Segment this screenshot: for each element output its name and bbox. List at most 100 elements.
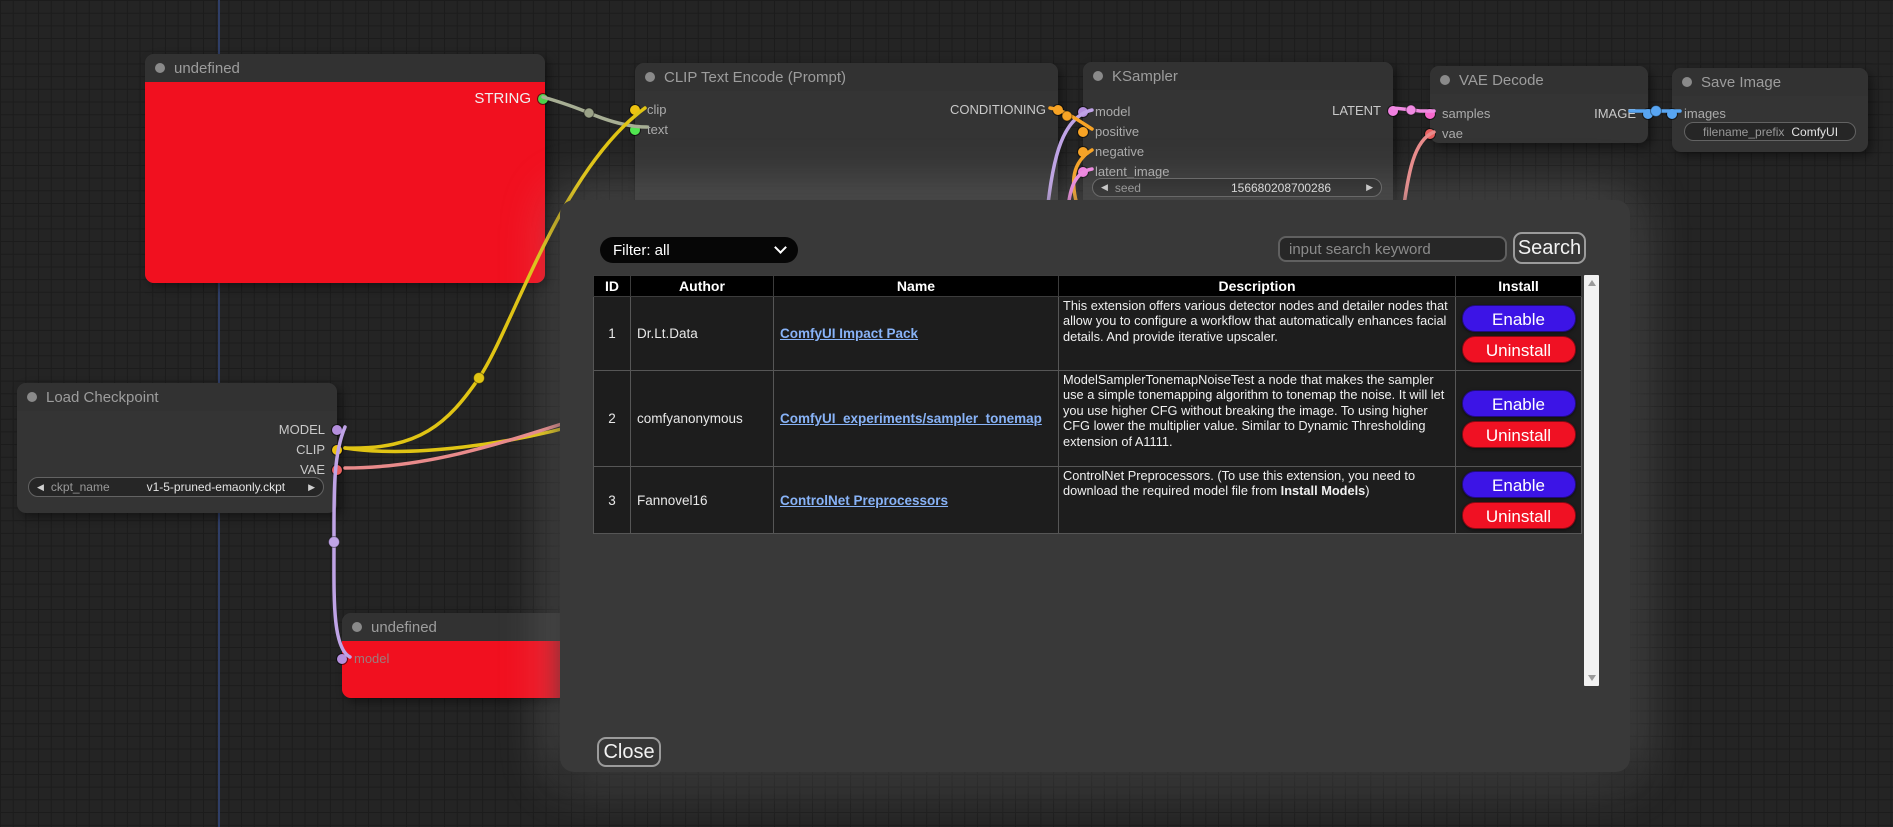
model-port-icon[interactable] — [337, 654, 347, 664]
string-port-icon[interactable] — [538, 94, 548, 104]
input-label: positive — [1095, 124, 1139, 139]
clip-port-icon[interactable] — [630, 105, 640, 115]
col-install: Install — [1456, 276, 1582, 297]
vae-port-icon[interactable] — [332, 465, 342, 475]
node-clip-text-encode[interactable]: CLIP Text Encode (Prompt) clip text COND… — [635, 63, 1058, 213]
cell-name: ControlNet Preprocessors — [774, 467, 1059, 534]
close-button[interactable]: Close — [597, 737, 661, 767]
table-row: 3 Fannovel16 ControlNet Preprocessors Co… — [594, 467, 1582, 534]
node-title-bar[interactable]: Load Checkpoint — [17, 383, 337, 411]
ckpt-name-widget[interactable]: ◀ ckpt_name v1-5-pruned-emaonly.ckpt ▶ — [28, 477, 324, 497]
cell-author: Fannovel16 — [631, 467, 774, 534]
output-label: IMAGE — [1594, 106, 1636, 121]
scroll-up-icon[interactable] — [1588, 280, 1596, 286]
input-label: images — [1684, 106, 1726, 121]
cell-name: ComfyUI_experiments/sampler_tonemap — [774, 371, 1059, 467]
node-title-bar[interactable]: undefined — [145, 54, 545, 82]
node-title-bar[interactable]: CLIP Text Encode (Prompt) — [635, 63, 1058, 91]
extension-link[interactable]: ComfyUI Impact Pack — [780, 326, 918, 341]
extension-link[interactable]: ComfyUI_experiments/sampler_tonemap — [780, 411, 1042, 426]
node-vae-decode[interactable]: VAE Decode samples vae IMAGE — [1430, 66, 1648, 143]
search-button[interactable]: Search — [1513, 232, 1586, 264]
enable-button[interactable]: Enable — [1462, 471, 1576, 498]
filter-value: Filter: all — [613, 242, 670, 259]
uninstall-button[interactable]: Uninstall — [1462, 336, 1576, 363]
table-row: 1 Dr.Lt.Data ComfyUI Impact Pack This ex… — [594, 297, 1582, 371]
model-port-icon[interactable] — [1078, 107, 1088, 117]
node-title-bar[interactable]: undefined — [342, 613, 567, 641]
collapse-dot-icon[interactable] — [155, 63, 165, 73]
image-port-icon[interactable] — [1667, 109, 1677, 119]
collapse-dot-icon[interactable] — [1093, 71, 1103, 81]
filename-prefix-widget[interactable]: filename_prefix ComfyUI — [1684, 122, 1856, 141]
next-icon[interactable]: ▶ — [308, 483, 315, 492]
output-clip: CLIP — [296, 442, 342, 457]
output-string: STRING — [474, 90, 541, 107]
reroute-dot — [329, 537, 340, 548]
latent-port-icon[interactable] — [1388, 106, 1398, 116]
cell-install: Enable Uninstall — [1456, 297, 1582, 371]
cell-description: ModelSamplerTonemapNoiseTest a node that… — [1059, 371, 1456, 467]
reroute-dot — [1406, 105, 1416, 115]
node-undefined-top[interactable]: undefined STRING — [145, 54, 545, 283]
output-model: MODEL — [279, 422, 342, 437]
collapse-dot-icon[interactable] — [1682, 77, 1692, 87]
node-ksampler[interactable]: KSampler model positive negative latent_… — [1083, 62, 1393, 212]
output-image: IMAGE — [1594, 106, 1653, 121]
conditioning-port-icon[interactable] — [1078, 147, 1088, 157]
scroll-down-icon[interactable] — [1588, 675, 1596, 681]
collapse-dot-icon[interactable] — [645, 72, 655, 82]
conditioning-port-icon[interactable] — [1053, 105, 1063, 115]
enable-button[interactable]: Enable — [1462, 390, 1576, 417]
prev-icon[interactable]: ◀ — [1101, 183, 1108, 192]
node-title-bar[interactable]: VAE Decode — [1430, 66, 1648, 94]
node-load-checkpoint[interactable]: Load Checkpoint MODEL CLIP VAE ◀ ckpt_na… — [17, 383, 337, 513]
collapse-dot-icon[interactable] — [27, 392, 37, 402]
uninstall-button[interactable]: Uninstall — [1462, 421, 1576, 448]
node-save-image[interactable]: Save Image images filename_prefix ComfyU… — [1672, 68, 1868, 152]
node-title-label: Load Checkpoint — [46, 389, 159, 406]
cell-author: comfyanonymous — [631, 371, 774, 467]
clip-port-icon[interactable] — [332, 445, 342, 455]
input-model: model — [1078, 104, 1130, 119]
input-vae: vae — [1425, 126, 1463, 141]
vae-port-icon[interactable] — [1425, 129, 1435, 139]
latent-port-icon[interactable] — [1078, 167, 1088, 177]
node-undefined-bottom[interactable]: undefined model — [342, 613, 567, 698]
cell-id: 3 — [594, 467, 631, 534]
prev-icon[interactable]: ◀ — [37, 483, 44, 492]
description-bold: Install Models — [1281, 483, 1366, 498]
search-input[interactable] — [1278, 236, 1507, 262]
node-title-label: Save Image — [1701, 74, 1781, 91]
col-author: Author — [631, 276, 774, 297]
extension-link[interactable]: ControlNet Preprocessors — [780, 493, 948, 508]
wire-vae-out — [345, 415, 590, 468]
uninstall-button[interactable]: Uninstall — [1462, 502, 1576, 529]
conditioning-port-icon[interactable] — [1078, 127, 1088, 137]
node-title-bar[interactable]: KSampler — [1083, 62, 1393, 90]
image-port-icon[interactable] — [1643, 109, 1653, 119]
extensions-table: ID Author Name Description Install 1 Dr.… — [593, 275, 1582, 534]
input-label: samples — [1442, 106, 1490, 121]
seed-widget[interactable]: ◀ seed 156680208700286 ▶ — [1092, 178, 1382, 197]
text-port-icon[interactable] — [630, 125, 640, 135]
filter-select[interactable]: Filter: all — [600, 237, 798, 263]
enable-button[interactable]: Enable — [1462, 305, 1576, 332]
comfyui-canvas[interactable]: undefined STRING CLIP Text Encode (Promp… — [0, 0, 1893, 827]
latent-port-icon[interactable] — [1425, 109, 1435, 119]
input-label: clip — [647, 102, 667, 117]
node-title-label: undefined — [174, 60, 240, 77]
cell-author: Dr.Lt.Data — [631, 297, 774, 371]
input-label: model — [1095, 104, 1130, 119]
collapse-dot-icon[interactable] — [1440, 75, 1450, 85]
input-model: model — [337, 651, 389, 666]
output-label: LATENT — [1332, 103, 1381, 118]
next-icon[interactable]: ▶ — [1366, 183, 1373, 192]
collapse-dot-icon[interactable] — [352, 622, 362, 632]
input-positive: positive — [1078, 124, 1139, 139]
input-negative: negative — [1078, 144, 1144, 159]
model-port-icon[interactable] — [332, 425, 342, 435]
node-title-bar[interactable]: Save Image — [1672, 68, 1868, 96]
widget-label: seed — [1115, 181, 1141, 195]
table-scrollbar[interactable] — [1584, 275, 1599, 686]
